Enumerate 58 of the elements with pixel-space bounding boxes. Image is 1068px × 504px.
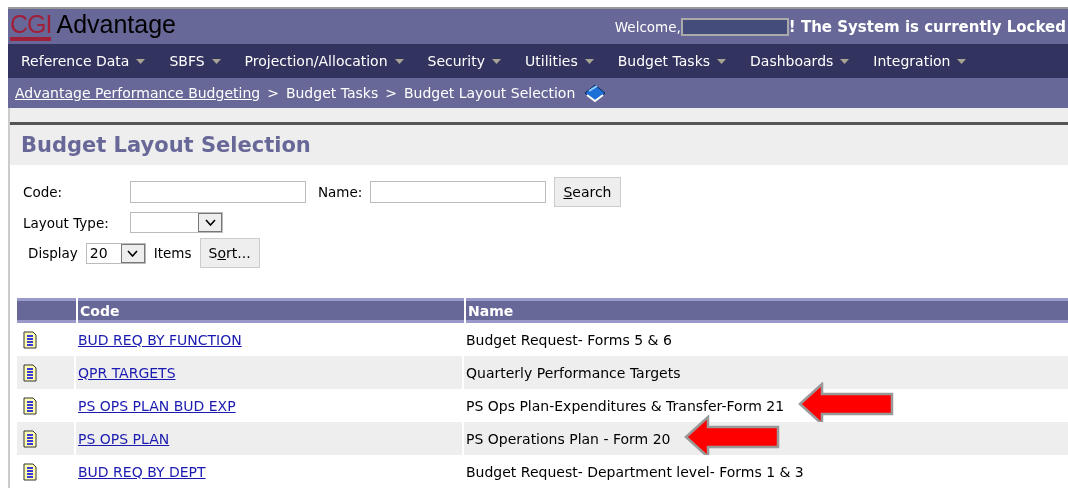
caret-icon	[211, 58, 221, 64]
breadcrumb-item: Budget Tasks	[285, 85, 379, 101]
caret-icon	[584, 58, 594, 64]
book-icon	[583, 83, 608, 103]
name-text: Budget Request- Forms 5 & 6	[466, 331, 672, 348]
field-label: Name:	[318, 184, 363, 200]
menu-item[interactable]: Dashboards	[750, 53, 850, 69]
code-link[interactable]: PS OPS PLAN	[78, 430, 170, 447]
document-icon	[23, 363, 37, 382]
name-text: Quarterly Performance Targets	[466, 364, 681, 381]
document-icon	[23, 429, 37, 448]
caret-icon	[957, 58, 967, 64]
menu-item[interactable]: Budget Tasks	[617, 53, 727, 69]
caret-icon	[136, 58, 146, 64]
name-field[interactable]	[370, 181, 547, 203]
code-link[interactable]: BUD REQ BY FUNCTION	[78, 331, 242, 348]
name-text: PS Operations Plan - Form 20	[466, 430, 671, 447]
name-text: PS Ops Plan-Expenditures & Transfer-Form 21	[466, 397, 785, 414]
sort-button[interactable]: Sort...	[199, 238, 260, 268]
document-icon	[23, 396, 37, 415]
field-label: Items	[153, 245, 192, 261]
menu-item[interactable]: Security	[427, 53, 502, 69]
code-link[interactable]: BUD REQ BY DEPT	[78, 463, 206, 480]
menu-item[interactable]: Reference Data	[21, 53, 146, 69]
document-icon	[23, 462, 37, 481]
code-field[interactable]	[130, 181, 306, 203]
field-label: Code:	[23, 184, 64, 200]
menu-item[interactable]: Utilities	[525, 53, 594, 69]
code-link[interactable]: QPR TARGETS	[78, 364, 176, 381]
document-icon	[23, 330, 37, 349]
breadcrumb-separator: >	[385, 85, 397, 101]
lock-notice: ! The System is currently Locked	[788, 17, 1066, 36]
welcome-text: Welcome,	[614, 18, 681, 35]
menu-item[interactable]: Integration	[873, 53, 967, 69]
field-label: Layout Type:	[23, 214, 110, 231]
search-button[interactable]: Search	[554, 177, 621, 207]
chevron-icon	[127, 249, 139, 257]
column-header: Name	[466, 298, 1068, 323]
breadcrumb-separator: >	[267, 85, 279, 101]
logo-text: Advantage	[56, 11, 176, 37]
menu-item[interactable]: Projection/Allocation	[244, 53, 404, 69]
layout-type-dropdown[interactable]	[130, 212, 223, 233]
header-cell	[17, 298, 76, 323]
chevron-icon	[204, 219, 216, 226]
caret-icon	[492, 58, 502, 64]
caret-icon	[717, 58, 727, 64]
code-link[interactable]: PS OPS PLAN BUD EXP	[78, 397, 236, 414]
breadcrumb-item: Budget Layout Selection	[403, 85, 576, 101]
breadcrumb-link[interactable]: Advantage Performance Budgeting	[15, 85, 261, 101]
column-header: Code	[78, 298, 464, 323]
display-count-dropdown[interactable]: 20	[85, 242, 146, 264]
caret-icon	[840, 58, 850, 64]
menu-item[interactable]: SBFS	[169, 53, 221, 69]
logo-mark: CGI	[10, 11, 52, 41]
caret-icon	[394, 58, 404, 64]
field-label: Display	[28, 245, 78, 261]
name-text: Budget Request- Department level- Forms 1 & 3	[466, 463, 804, 480]
page-title: Budget Layout Selection	[20, 133, 311, 157]
